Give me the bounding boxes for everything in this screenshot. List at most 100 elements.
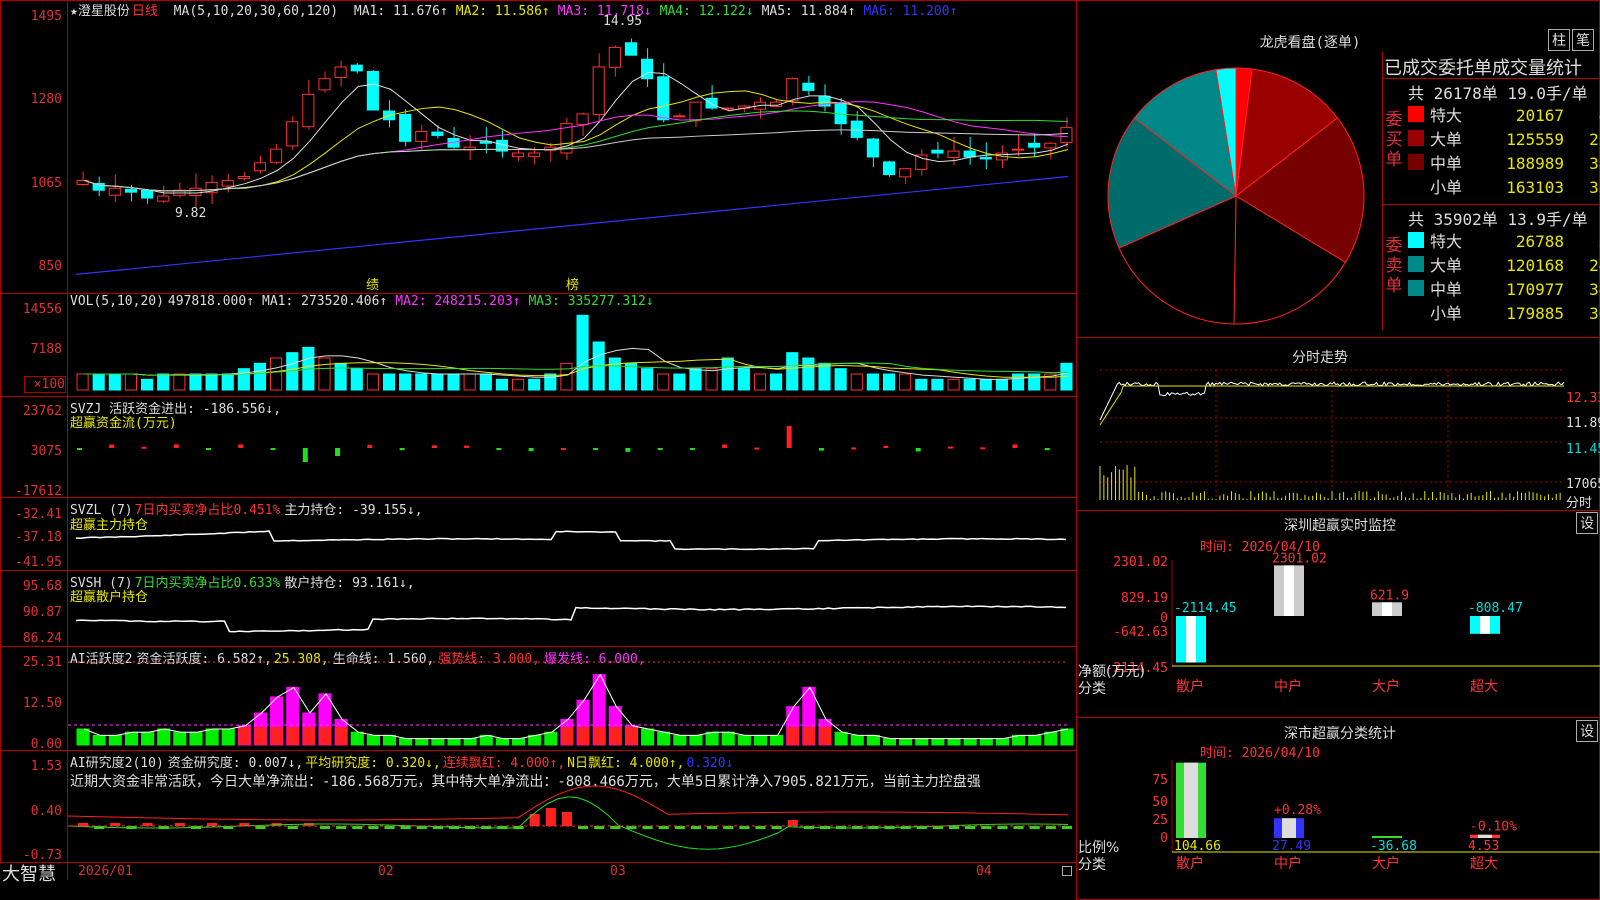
svzj-bar: [270, 448, 276, 450]
category-label: 超大: [1470, 856, 1498, 872]
sz-class-title: 深市超赢分类统计: [1284, 726, 1396, 742]
volume-bar: [157, 373, 170, 391]
sz-monitor-chart[interactable]: 2301.02829.190-642.63-2114.45净额(万元)分类-21…: [1078, 551, 1600, 710]
row-name: 小单: [1430, 178, 1463, 197]
ai1-bar: [399, 738, 413, 746]
sz-class-settings-button[interactable]: 设: [1576, 720, 1598, 742]
intraday-vol-label: 分时: [1566, 496, 1593, 511]
ai1-bar: [979, 738, 993, 746]
pie-chart[interactable]: [1106, 66, 1366, 326]
bar-mode-button[interactable]: 柱: [1548, 29, 1570, 51]
svzj-bar: [593, 448, 599, 450]
buy-total: 共 26178单 19.0手/单: [1408, 84, 1588, 103]
svzj-bar: [335, 448, 341, 456]
svzj-bar: [786, 426, 792, 448]
date-tick-4: 04: [976, 864, 992, 879]
candle-body: [1011, 148, 1025, 151]
sz-monitor-settings-button[interactable]: 设: [1576, 512, 1598, 534]
volume-bar: [753, 373, 767, 391]
stock-name[interactable]: ★澄星股份: [70, 4, 130, 19]
bar-highlight: [1478, 834, 1492, 838]
candle-body: [899, 168, 912, 178]
bar-highlight: [1480, 616, 1490, 634]
ai1-bar: [350, 731, 364, 746]
svzl-axis-1: -32.41: [15, 507, 62, 522]
axis-label: 0: [1160, 611, 1168, 626]
volume-bar: [673, 373, 686, 391]
svsh-axis-1: 95.68: [22, 579, 62, 594]
intraday-axis-3: 11.45: [1566, 442, 1600, 457]
tag-bang[interactable]: 榜: [566, 274, 579, 293]
kline-chart[interactable]: [68, 20, 1076, 290]
candle-body: [624, 42, 638, 56]
vol-value: 497818.000↑: [167, 294, 255, 309]
volume-bar: [431, 373, 444, 391]
ai1-axis-3: 0.00: [30, 737, 62, 752]
candle-body: [431, 131, 444, 136]
row-value: 188989: [1506, 154, 1564, 173]
volume-bar: [689, 368, 702, 391]
period-label[interactable]: 日线: [132, 4, 158, 19]
svsh-hold: 散户持仓: 93.161↓,: [284, 576, 415, 591]
ai1-bar: [173, 731, 187, 746]
ai2-chart[interactable]: [67, 785, 1076, 862]
ai1-bar-base: [625, 727, 638, 745]
ai1-bar-base: [302, 727, 315, 745]
svzj-bar: [464, 445, 470, 448]
svzj-bar: [818, 448, 824, 451]
ai2-label: AI研究度2(10): [70, 756, 164, 771]
candle-body: [592, 66, 605, 115]
ai2-summary: 近期大资金非常活跃，今日大单净流出：-186.568万元，其中特大单净流出：-8…: [70, 774, 981, 790]
volume-bar: [528, 378, 541, 391]
svzl-chart[interactable]: [68, 520, 1076, 570]
lock-icon[interactable]: [1062, 866, 1072, 876]
ai1-bar: [495, 738, 509, 746]
candle-body: [657, 76, 670, 121]
sz-class-chart[interactable]: 75 50 25 0 比例%分类 104.66散户 27.49中户 +0.28% -36.68大…: [1078, 760, 1600, 900]
volume-chart[interactable]: [68, 310, 1076, 396]
volume-bar: [382, 373, 396, 391]
intraday-chart[interactable]: [1099, 369, 1565, 506]
vol-ma1: MA1: 273520.406↑: [262, 294, 388, 309]
category-bar-3: [1372, 836, 1402, 838]
ai1-bar: [705, 731, 719, 746]
date-axis: [0, 862, 1077, 881]
svzj-chart[interactable]: [68, 410, 1076, 496]
candle-body: [399, 113, 412, 142]
svzj-bar: [141, 446, 147, 449]
high-mark: 14.95: [603, 14, 643, 29]
volume-bar: [608, 357, 621, 391]
ai1-chart[interactable]: [68, 660, 1076, 750]
ai2-bar: [545, 808, 556, 826]
ai1-bar: [995, 738, 1009, 746]
volume-bar: [205, 373, 218, 391]
svzj-bar: [528, 448, 534, 452]
candle-body: [253, 162, 267, 172]
ai2-e: 0.320↓: [686, 756, 734, 771]
brand-label[interactable]: 大智慧: [2, 860, 56, 886]
candle-body: [270, 148, 283, 163]
ai1-bar: [431, 738, 445, 746]
svsh-chart[interactable]: [68, 590, 1076, 646]
row-value: 163103: [1506, 178, 1564, 197]
row-pct: 25%: [1589, 130, 1600, 149]
volume-bar: [995, 378, 1008, 391]
axis-label: 0: [1160, 831, 1168, 846]
tag-ji[interactable]: 绩: [366, 274, 379, 293]
svsh-axis-3: 86.24: [22, 631, 62, 646]
candle-body: [415, 131, 428, 142]
date-tick-3: 03: [610, 864, 626, 879]
bar-value-label: -2114.45: [1174, 601, 1237, 616]
volume-bar: [915, 378, 928, 391]
volume-bar: [818, 362, 831, 391]
row-pct: 4%: [1564, 104, 1600, 128]
row-value: 125559: [1506, 130, 1564, 149]
volume-bar: [141, 378, 154, 391]
volume-bar: [882, 373, 896, 391]
volume-bar: [350, 368, 363, 391]
ai1-bar: [108, 734, 122, 746]
tick-mode-button[interactable]: 笔: [1572, 29, 1594, 51]
volume-bar: [899, 373, 912, 391]
axis-label: 829.19: [1121, 591, 1168, 606]
ai1-bar: [850, 734, 864, 746]
